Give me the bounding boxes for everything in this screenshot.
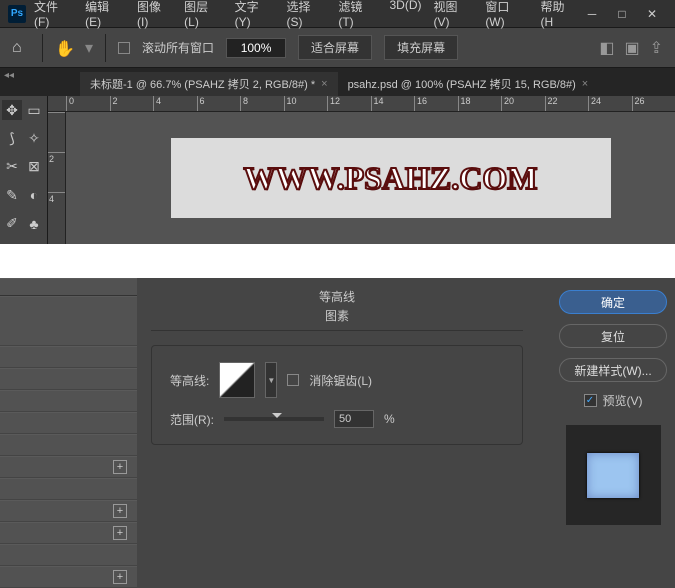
ruler-horizontal: 0 2 4 6 8 10 12 14 16 18 20 22 24 26 bbox=[48, 96, 675, 112]
new-style-button[interactable]: 新建样式(W)... bbox=[559, 358, 667, 382]
tab-label: 未标题-1 @ 66.7% (PSAHZ 拷贝 2, RGB/8#) * bbox=[90, 76, 315, 92]
list-item[interactable]: + bbox=[0, 500, 137, 522]
stamp-tool-icon[interactable]: ♣ bbox=[24, 214, 44, 234]
document-tabs: 未标题-1 @ 66.7% (PSAHZ 拷贝 2, RGB/8#) * × p… bbox=[0, 68, 675, 96]
tab-label: psahz.psd @ 100% (PSAHZ 拷贝 15, RGB/8#) bbox=[348, 76, 576, 92]
view-mode-icon[interactable]: ◧ bbox=[599, 38, 614, 58]
menu-help[interactable]: 帮助(H bbox=[540, 0, 577, 29]
healing-tool-icon[interactable]: ◐ bbox=[24, 185, 44, 205]
tab-psahz[interactable]: psahz.psd @ 100% (PSAHZ 拷贝 15, RGB/8#) × bbox=[338, 72, 599, 96]
section-subtitle: 图素 bbox=[151, 307, 523, 331]
collapse-panel-icon[interactable]: ◂◂ bbox=[4, 70, 14, 81]
menu-window[interactable]: 窗口(W) bbox=[485, 0, 528, 29]
ok-button[interactable]: 确定 bbox=[559, 290, 667, 314]
add-icon[interactable]: + bbox=[113, 526, 127, 540]
ruler-vertical: 2 4 bbox=[48, 112, 66, 244]
list-item[interactable] bbox=[0, 278, 137, 296]
anti-alias-checkbox[interactable] bbox=[287, 374, 299, 386]
menu-layer[interactable]: 图层(L) bbox=[184, 0, 223, 29]
screen-mode-icon[interactable]: ▣ bbox=[624, 38, 639, 58]
marquee-tool-icon[interactable]: ▭ bbox=[24, 100, 44, 120]
minimize-button[interactable]: ─ bbox=[577, 4, 607, 24]
list-item[interactable] bbox=[0, 368, 137, 390]
tab-close-icon[interactable]: × bbox=[582, 78, 588, 90]
add-icon[interactable]: + bbox=[113, 570, 127, 584]
preview-checkbox[interactable]: ✓ bbox=[584, 394, 597, 407]
preview-swatch bbox=[587, 453, 639, 498]
artboard: WWW.PSAHZ.COM bbox=[171, 138, 611, 218]
layer-style-dialog: + + + + 等高线 图素 等高线: ▼ 消除锯齿(L) 范围(R): % bbox=[0, 278, 675, 588]
tab-close-icon[interactable]: × bbox=[321, 78, 327, 90]
effects-list: + + + + bbox=[0, 278, 137, 588]
tab-untitled-1[interactable]: 未标题-1 @ 66.7% (PSAHZ 拷贝 2, RGB/8#) * × bbox=[80, 72, 338, 96]
canvas[interactable]: WWW.PSAHZ.COM bbox=[66, 112, 675, 244]
menu-edit[interactable]: 编辑(E) bbox=[85, 0, 125, 29]
list-item[interactable]: + bbox=[0, 456, 137, 478]
range-input[interactable] bbox=[334, 410, 374, 428]
reset-button[interactable]: 复位 bbox=[559, 324, 667, 348]
settings-panel: 等高线 图素 等高线: ▼ 消除锯齿(L) 范围(R): % bbox=[137, 278, 537, 455]
crop-tool-icon[interactable]: ✂ bbox=[2, 157, 22, 177]
title-bar: Ps 文件(F) 编辑(E) 图像(I) 图层(L) 文字(Y) 选择(S) 滤… bbox=[0, 0, 675, 28]
add-icon[interactable]: + bbox=[113, 504, 127, 518]
list-item[interactable] bbox=[0, 434, 137, 456]
list-item[interactable] bbox=[0, 346, 137, 368]
canvas-text-layer[interactable]: WWW.PSAHZ.COM bbox=[244, 160, 538, 197]
style-preview bbox=[566, 425, 661, 525]
add-icon[interactable]: + bbox=[113, 460, 127, 474]
maximize-button[interactable]: □ bbox=[607, 4, 637, 24]
list-item[interactable] bbox=[0, 478, 137, 500]
menu-type[interactable]: 文字(Y) bbox=[235, 0, 275, 29]
eyedropper-tool-icon[interactable]: ✎ bbox=[2, 185, 22, 205]
fill-screen-button[interactable]: 填充屏幕 bbox=[384, 35, 458, 60]
range-label: 范围(R): bbox=[170, 411, 214, 428]
contour-preview[interactable] bbox=[219, 362, 255, 398]
section-title: 等高线 bbox=[151, 288, 523, 305]
menu-file[interactable]: 文件(F) bbox=[34, 0, 73, 29]
list-item[interactable] bbox=[0, 390, 137, 412]
slider-thumb-icon[interactable] bbox=[272, 413, 282, 423]
wand-tool-icon[interactable]: ✧ bbox=[24, 128, 44, 148]
brush-tool-icon[interactable]: ✐ bbox=[2, 214, 22, 234]
share-icon[interactable]: ⇪ bbox=[650, 38, 663, 58]
menu-filter[interactable]: 滤镜(T) bbox=[338, 0, 377, 29]
preview-label: 预览(V) bbox=[603, 392, 643, 409]
range-slider[interactable] bbox=[224, 417, 324, 421]
list-item[interactable]: + bbox=[0, 522, 137, 544]
fit-screen-button[interactable]: 适合屏幕 bbox=[298, 35, 372, 60]
anti-alias-label: 消除锯齿(L) bbox=[309, 372, 372, 389]
workspace: ✥ ▭ ⟆ ✧ ✂ ⊠ ✎ ◐ ✐ ♣ 0 2 4 6 8 10 12 14 1… bbox=[0, 96, 675, 244]
move-tool-icon[interactable]: ✥ bbox=[2, 100, 22, 120]
scroll-all-checkbox[interactable] bbox=[118, 42, 130, 54]
frame-tool-icon[interactable]: ⊠ bbox=[24, 157, 44, 177]
menu-bar: 文件(F) 编辑(E) 图像(I) 图层(L) 文字(Y) 选择(S) 滤镜(T… bbox=[34, 0, 577, 29]
scroll-all-label: 滚动所有窗口 bbox=[142, 39, 214, 56]
ruler-area: 0 2 4 6 8 10 12 14 16 18 20 22 24 26 2 4 bbox=[48, 96, 675, 244]
options-bar: ⌂ ✋ ▾ 滚动所有窗口 100% 适合屏幕 填充屏幕 ◧ ▣ ⇪ bbox=[0, 28, 675, 68]
menu-view[interactable]: 视图(V) bbox=[433, 0, 473, 29]
list-item[interactable] bbox=[0, 412, 137, 434]
contour-dropdown-icon[interactable]: ▼ bbox=[265, 362, 277, 398]
home-icon[interactable]: ⌂ bbox=[12, 39, 30, 57]
tool-palette: ✥ ▭ ⟆ ✧ ✂ ⊠ ✎ ◐ ✐ ♣ bbox=[0, 96, 48, 244]
menu-3d[interactable]: 3D(D) bbox=[389, 0, 421, 29]
dialog-buttons: 确定 复位 新建样式(W)... ✓ 预览(V) bbox=[557, 278, 675, 525]
ps-logo: Ps bbox=[8, 5, 26, 23]
range-unit: % bbox=[384, 412, 395, 426]
menu-select[interactable]: 选择(S) bbox=[287, 0, 327, 29]
lasso-tool-icon[interactable]: ⟆ bbox=[2, 128, 22, 148]
list-item[interactable] bbox=[0, 296, 137, 346]
close-button[interactable]: ✕ bbox=[637, 4, 667, 24]
list-item[interactable] bbox=[0, 544, 137, 566]
list-item[interactable]: + bbox=[0, 566, 137, 588]
hand-tool-icon[interactable]: ✋ bbox=[55, 39, 73, 57]
contour-label: 等高线: bbox=[170, 372, 209, 389]
zoom-input[interactable]: 100% bbox=[226, 38, 286, 58]
menu-image[interactable]: 图像(I) bbox=[137, 0, 172, 29]
